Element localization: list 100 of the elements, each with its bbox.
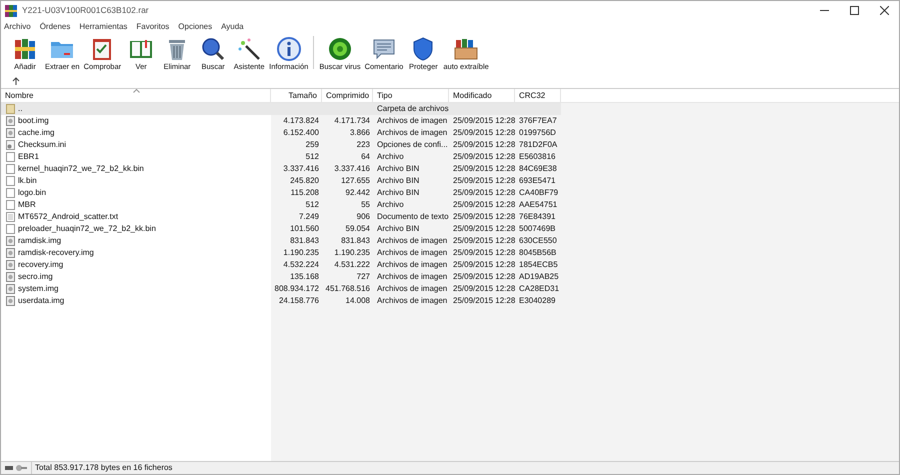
table-cell: .. xyxy=(18,103,22,115)
table-cell: 25/09/2015 12:28 xyxy=(453,199,516,211)
sort-caret-icon xyxy=(133,89,140,93)
table-cell: Archivos de imagen xyxy=(377,247,448,259)
menu-item[interactable]: Opciones xyxy=(178,21,212,33)
table-cell: 8045B56B xyxy=(519,247,556,259)
table-cell: 245.820 xyxy=(290,175,319,187)
column-header[interactable]: Tamaño xyxy=(271,89,322,102)
table-cell: 512 xyxy=(306,151,319,163)
window-title: Y221-U03V100R001C63B102.rar xyxy=(22,4,149,17)
file-row[interactable]: lk.bin 245.820 127.655 Archivo BIN 25/09/2015 12:28 693E5471 xyxy=(1,175,561,187)
table-cell: 451.768.516 xyxy=(326,283,370,295)
file-row[interactable]: userdata.img 24.158.776 14.008 Archivos de imagen 25/09/2015 12:28 E3040289 xyxy=(1,295,561,307)
table-cell: Archivo BIN xyxy=(377,223,420,235)
menu-item[interactable]: Órdenes xyxy=(40,21,70,33)
table-cell: kernel_huaqin72_we_72_b2_kk.bin xyxy=(18,163,144,175)
file-row[interactable]: recovery.img 4.532.224 4.531.222 Archivos de imagen 25/09/2015 12:28 1854ECB5 xyxy=(1,259,561,271)
table-cell: 808.934.172 xyxy=(274,283,319,295)
table-cell: Archivos de imagen xyxy=(377,295,448,307)
table-cell: AAE54751 xyxy=(519,199,558,211)
table-cell: 25/09/2015 12:28 xyxy=(453,271,516,283)
table-cell: 25/09/2015 12:28 xyxy=(453,127,516,139)
table-cell: 6.152.400 xyxy=(283,127,319,139)
column-header[interactable]: Tipo xyxy=(373,89,449,102)
menu-item[interactable]: Favoritos xyxy=(136,21,170,33)
disk-image-icon xyxy=(6,116,15,126)
table-cell: secro.img xyxy=(18,271,53,283)
table-cell: 25/09/2015 12:28 xyxy=(453,235,516,247)
disk-image-icon xyxy=(6,248,15,258)
table-cell: 14.008 xyxy=(346,295,370,307)
magnifier-icon xyxy=(200,36,226,62)
folder-icon xyxy=(6,104,15,114)
table-cell: Archivos de imagen xyxy=(377,283,448,295)
table-cell: Archivo BIN xyxy=(377,175,420,187)
table-cell: 4.173.824 xyxy=(283,115,319,127)
file-row[interactable]: secro.img 135.168 727 Archivos de imagen 25/09/2015 12:28 AD19AB25 xyxy=(1,271,561,283)
table-cell: Archivo BIN xyxy=(377,187,420,199)
file-row[interactable]: kernel_huaqin72_we_72_b2_kk.bin 3.337.416 3.337.416 Archivo BIN 25/09/2015 12:28 84C69E38 xyxy=(1,163,561,175)
table-cell: system.img xyxy=(18,283,58,295)
table-cell: 92.442 xyxy=(346,187,370,199)
table-cell: 25/09/2015 12:28 xyxy=(453,115,516,127)
file-row[interactable]: .. Carpeta de archivos xyxy=(1,103,561,115)
gear-file-icon xyxy=(6,140,15,150)
table-cell: MBR xyxy=(18,199,36,211)
maximize-icon xyxy=(850,6,858,15)
table-cell: Carpeta de archivos xyxy=(377,103,449,115)
table-cell: 4.171.734 xyxy=(334,115,370,127)
table-cell: 25/09/2015 12:28 xyxy=(453,247,516,259)
file-row[interactable]: preloader_huaqin72_we_72_b2_kk.bin 101.560 59.054 Archivo BIN 25/09/2015 12:28 5007469B xyxy=(1,223,561,235)
table-cell: 59.054 xyxy=(346,223,370,235)
table-cell: 7.249 xyxy=(298,211,319,223)
column-header[interactable]: CRC32 xyxy=(515,89,561,102)
column-header[interactable]: Nombre xyxy=(1,89,271,102)
file-row[interactable]: logo.bin 115.208 92.442 Archivo BIN 25/09/2015 12:28 CA40BF79 xyxy=(1,187,561,199)
table-cell: 1854ECB5 xyxy=(519,259,558,271)
table-cell: Opciones de confi... xyxy=(377,139,448,151)
text-file-icon xyxy=(6,212,15,222)
table-cell: 25/09/2015 12:28 xyxy=(453,187,516,199)
drive-key-icon xyxy=(5,464,27,472)
file-row[interactable]: boot.img 4.173.824 4.171.734 Archivos de imagen 25/09/2015 12:28 376F7EA7 xyxy=(1,115,561,127)
menu-item[interactable]: Herramientas xyxy=(79,21,128,33)
table-cell: cache.img xyxy=(18,127,54,139)
disk-image-icon xyxy=(6,296,15,306)
table-cell: Archivos de imagen xyxy=(377,115,448,127)
disk-image-icon xyxy=(6,128,15,138)
table-cell: lk.bin xyxy=(18,175,37,187)
table-cell: 1.190.235 xyxy=(283,247,319,259)
table-cell: MT6572_Android_scatter.txt xyxy=(18,211,118,223)
file-row[interactable]: ramdisk.img 831.843 831.843 Archivos de imagen 25/09/2015 12:28 630CE550 xyxy=(1,235,561,247)
table-cell: Archivos de imagen xyxy=(377,271,448,283)
column-header[interactable]: Modificado xyxy=(449,89,515,102)
column-header[interactable]: Comprimido xyxy=(322,89,373,102)
file-row[interactable]: EBR1 512 64 Archivo 25/09/2015 12:28 E5603816 xyxy=(1,151,561,163)
menu-item[interactable]: Ayuda xyxy=(221,21,244,33)
table-cell: 630CE550 xyxy=(519,235,557,247)
file-row[interactable]: cache.img 6.152.400 3.866 Archivos de imagen 25/09/2015 12:28 0199756D xyxy=(1,127,561,139)
table-cell: recovery.img xyxy=(18,259,64,271)
file-row[interactable]: MBR 512 55 Archivo 25/09/2015 12:28 AAE54751 xyxy=(1,199,561,211)
disk-image-icon xyxy=(6,236,15,246)
table-cell: 127.655 xyxy=(341,175,370,187)
table-cell: 25/09/2015 12:28 xyxy=(453,139,516,151)
table-cell: CA40BF79 xyxy=(519,187,558,199)
table-cell: Archivo BIN xyxy=(377,163,420,175)
table-cell: CA28ED31 xyxy=(519,283,560,295)
table-cell: 84C69E38 xyxy=(519,163,557,175)
table-cell: 25/09/2015 12:28 xyxy=(453,295,516,307)
table-cell: 259 xyxy=(306,139,319,151)
disk-image-icon xyxy=(6,260,15,270)
table-cell: 25/09/2015 12:28 xyxy=(453,283,516,295)
file-row[interactable]: ramdisk-recovery.img 1.190.235 1.190.235 Archivos de imagen 25/09/2015 12:28 8045B56B xyxy=(1,247,561,259)
table-cell: 4.532.224 xyxy=(283,259,319,271)
table-cell: 64 xyxy=(361,151,370,163)
file-row[interactable]: Checksum.ini 259 223 Opciones de confi... 25/09/2015 12:28 781D2F0A xyxy=(1,139,561,151)
up-arrow-button[interactable] xyxy=(11,76,21,86)
table-cell: 1.190.235 xyxy=(334,247,370,259)
table-cell: 4.531.222 xyxy=(334,259,370,271)
menu-item[interactable]: Archivo xyxy=(4,21,31,33)
up-arrow-icon xyxy=(12,77,20,85)
file-row[interactable]: MT6572_Android_scatter.txt 7.249 906 Documento de texto 25/09/2015 12:28 76E84391 xyxy=(1,211,561,223)
file-row[interactable]: system.img 808.934.172 451.768.516 Archivos de imagen 25/09/2015 12:28 CA28ED31 xyxy=(1,283,561,295)
